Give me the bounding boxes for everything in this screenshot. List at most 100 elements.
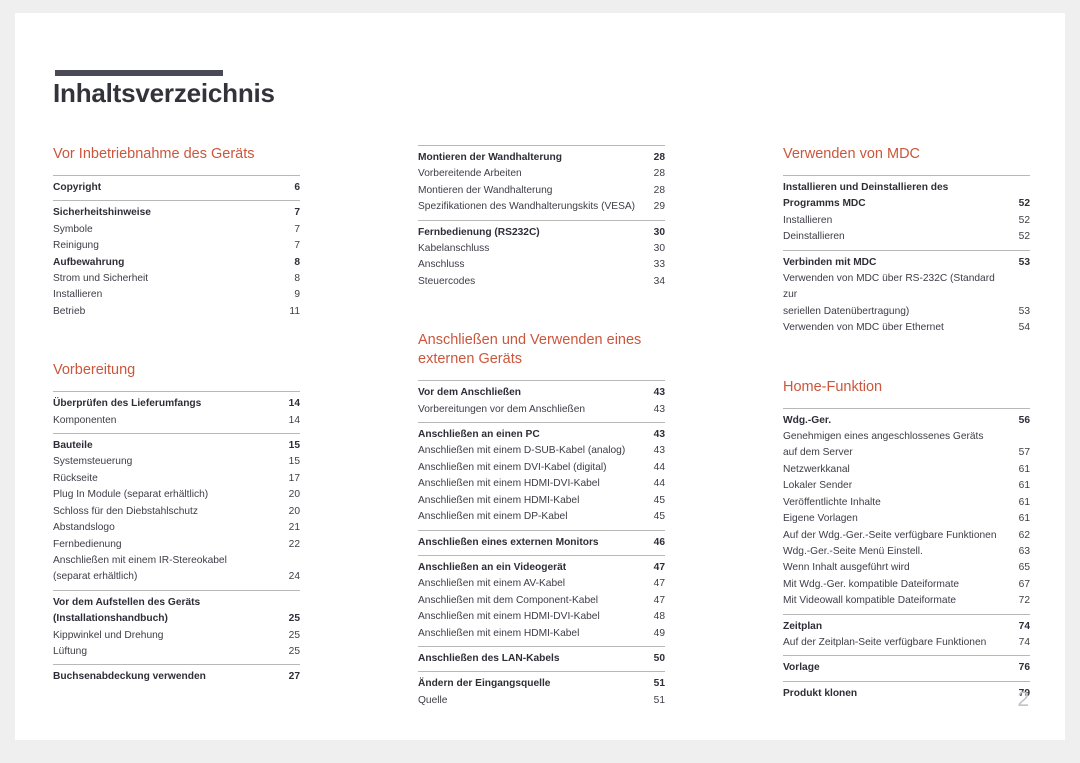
toc-entry[interactable]: Überprüfen des Lieferumfangs 14 (53, 396, 300, 412)
toc-columns: Vor Inbetriebnahme des Geräts Copyright 6 S… (53, 145, 1043, 713)
toc-entry[interactable]: Bauteile 15 (53, 438, 300, 454)
toc-entry[interactable]: Mit Videowall kompatible Dateiformate 72 (783, 593, 1030, 609)
toc-entry-page-number: 25 (288, 613, 300, 625)
toc-entry[interactable]: Fernbedienung 22 (53, 537, 300, 553)
toc-entry[interactable]: Vorbereitende Arbeiten 28 (418, 166, 665, 182)
toc-entry[interactable]: Lüftung 25 (53, 644, 300, 660)
toc-entry[interactable]: Sicherheitshinweise 7 (53, 205, 300, 221)
toc-entry-label: Veröffentlichte Inhalte (783, 496, 881, 508)
toc-entry-page-number: 33 (653, 259, 665, 271)
toc-entry-label: Quelle (418, 694, 448, 706)
toc-entry[interactable]: Vor dem Anschließen 43 (418, 385, 665, 401)
toc-entry-page-number: 51 (653, 694, 665, 706)
toc-entry-page-number: 53 (1018, 256, 1030, 268)
toc-group: Sicherheitshinweise 7 Symbole 7 Reinigung 7 Au… (53, 200, 300, 324)
toc-entry[interactable]: Anschließen mit dem Component-Kabel 47 (418, 593, 665, 609)
toc-entry[interactable]: Aufbewahrung 8 (53, 255, 300, 271)
toc-entry[interactable]: Anschließen mit einem HDMI-Kabel 45 (418, 493, 665, 509)
toc-entry[interactable]: Anschließen des LAN-Kabels 50 (418, 651, 665, 667)
toc-entry[interactable]: Auf der Zeitplan-Seite verfügbare Funkti… (783, 635, 1030, 651)
toc-entry[interactable]: Copyright 6 (53, 180, 300, 196)
toc-entry[interactable]: Verwenden von MDC über Ethernet 54 (783, 320, 1030, 336)
toc-entry-label: Komponenten (53, 414, 117, 426)
toc-entry-label: Steuercodes (418, 275, 476, 287)
toc-entry[interactable]: Installieren 52 (783, 213, 1030, 229)
toc-entry[interactable]: Montieren der Wandhalterung 28 (418, 150, 665, 166)
toc-entry-label: Anschließen mit einem HDMI-DVI-Kabel (418, 611, 600, 623)
toc-entry[interactable]: Anschließen mit einem HDMI-Kabel 49 (418, 626, 665, 642)
toc-entry-label: Anschließen mit einem DVI-Kabel (digital… (418, 461, 607, 473)
toc-entry[interactable]: Installieren 9 (53, 287, 300, 303)
toc-entry-page-number: 34 (653, 275, 665, 287)
toc-entry[interactable]: Produkt klonen 79 (783, 686, 1030, 702)
toc-entry-page-number: 52 (1018, 198, 1030, 210)
toc-entry[interactable]: Anschließen an einen PC 43 (418, 427, 665, 443)
toc-entry[interactable]: Anschließen mit einem HDMI-DVI-Kabel 44 (418, 476, 665, 492)
toc-entry[interactable]: Plug In Module (separat erhältlich) 20 (53, 487, 300, 503)
toc-entry-label: Zeitplan (783, 620, 823, 632)
toc-entry-label: Anschließen mit einem HDMI-Kabel (418, 494, 580, 506)
toc-entry-page-number: 9 (294, 289, 300, 301)
toc-entry[interactable]: Anschließen mit einem IR-Stereokabel (se… (53, 553, 300, 586)
toc-entry[interactable]: Wdg.-Ger. 56 (783, 413, 1030, 429)
toc-entry[interactable]: Schloss für den Diebstahlschutz 20 (53, 504, 300, 520)
toc-entry[interactable]: Abstandslogo 21 (53, 520, 300, 536)
toc-entry[interactable]: Kabelanschluss 30 (418, 241, 665, 257)
toc-entry[interactable]: Auf der Wdg.-Ger.-Seite verfügbare Funkt… (783, 528, 1030, 544)
toc-entry-label: Auf der Wdg.-Ger.-Seite verfügbare Funkt… (783, 529, 997, 541)
toc-entry[interactable]: Deinstallieren 52 (783, 229, 1030, 245)
toc-entry-page-number: 43 (653, 445, 665, 457)
toc-entry[interactable]: Reinigung 7 (53, 238, 300, 254)
toc-entry-page-number: 56 (1018, 414, 1030, 426)
toc-entry[interactable]: Anschließen mit einem DVI-Kabel (digital… (418, 460, 665, 476)
toc-section: Anschließen und Verwenden eines externen… (418, 331, 665, 713)
toc-entry-label: Deinstallieren (783, 231, 845, 243)
toc-entry[interactable]: Symbole 7 (53, 222, 300, 238)
toc-entry[interactable]: Veröffentlichte Inhalte 61 (783, 495, 1030, 511)
toc-entry[interactable]: Netzwerkkanal 61 (783, 462, 1030, 478)
toc-section-heading: Vor Inbetriebnahme des Geräts (53, 146, 255, 162)
toc-entry[interactable]: Steuercodes 34 (418, 274, 665, 290)
page-number: 2 (1017, 688, 1029, 711)
toc-entry[interactable]: Anschluss 33 (418, 257, 665, 273)
toc-entry[interactable]: Mit Wdg.-Ger. kompatible Dateiformate 67 (783, 577, 1030, 593)
toc-entry[interactable]: Vor dem Aufstellen des Geräts (Installat… (53, 595, 300, 628)
toc-entry[interactable]: Vorlage 76 (783, 660, 1030, 676)
toc-section-heading: Verwenden von MDC (783, 146, 921, 162)
toc-entry[interactable]: Komponenten 14 (53, 413, 300, 429)
toc-entry[interactable]: Verbinden mit MDC 53 (783, 255, 1030, 271)
toc-entry[interactable]: Anschließen mit einem D-SUB-Kabel (analo… (418, 443, 665, 459)
toc-entry[interactable]: Installieren und Deinstallieren des Prog… (783, 180, 1030, 213)
toc-entry[interactable]: Anschließen mit einem DP-Kabel 45 (418, 509, 665, 525)
toc-entry[interactable]: Fernbedienung (RS232C) 30 (418, 225, 665, 241)
toc-entry[interactable]: Wenn Inhalt ausgeführt wird 65 (783, 560, 1030, 576)
toc-entry-page-number: 20 (288, 489, 300, 501)
toc-entry[interactable]: Quelle 51 (418, 693, 665, 709)
toc-entry[interactable]: Kippwinkel und Drehung 25 (53, 628, 300, 644)
toc-entry[interactable]: Anschließen an ein Videogerät 47 (418, 560, 665, 576)
toc-entry-label: Spezifikationen des Wandhalterungskits (… (418, 201, 636, 213)
toc-entry[interactable]: Vorbereitungen vor dem Anschließen 43 (418, 402, 665, 418)
toc-entry[interactable]: Lokaler Sender 61 (783, 478, 1030, 494)
toc-entry[interactable]: Buchsenabdeckung verwenden 27 (53, 669, 300, 685)
toc-entry[interactable]: Genehmigen eines angeschlossenes Geräts … (783, 429, 1030, 462)
toc-entry[interactable]: Systemsteuerung 15 (53, 454, 300, 470)
toc-entry[interactable]: Verwenden von MDC über RS-232C (Standard… (783, 271, 1030, 320)
toc-entry[interactable]: Anschließen mit einem AV-Kabel 47 (418, 576, 665, 592)
toc-entry[interactable]: Eigene Vorlagen 61 (783, 511, 1030, 527)
toc-group: Wdg.-Ger. 56 Genehmigen eines angeschlosse… (783, 407, 1030, 614)
toc-entry[interactable]: Spezifikationen des Wandhalterungskits (… (418, 199, 665, 215)
toc-section-heading: Home-Funktion (783, 378, 883, 395)
toc-entry[interactable]: Ändern der Eingangsquelle 51 (418, 676, 665, 692)
toc-entry[interactable]: Anschließen eines externen Monitors 46 (418, 535, 665, 551)
toc-entry-page-number: 65 (1018, 562, 1030, 574)
toc-entry[interactable]: Montieren der Wandhalterung 28 (418, 183, 665, 199)
toc-entry-label: Copyright (53, 182, 102, 193)
toc-entry[interactable]: Zeitplan 74 (783, 619, 1030, 635)
toc-entry-page-number: 62 (1018, 529, 1030, 541)
toc-entry[interactable]: Anschließen mit einem HDMI-DVI-Kabel 48 (418, 609, 665, 625)
toc-entry[interactable]: Rückseite 17 (53, 471, 300, 487)
toc-entry[interactable]: Strom und Sicherheit 8 (53, 271, 300, 287)
toc-entry[interactable]: Wdg.-Ger.-Seite Menü Einstell. 63 (783, 544, 1030, 560)
toc-entry[interactable]: Betrieb 11 (53, 304, 300, 320)
